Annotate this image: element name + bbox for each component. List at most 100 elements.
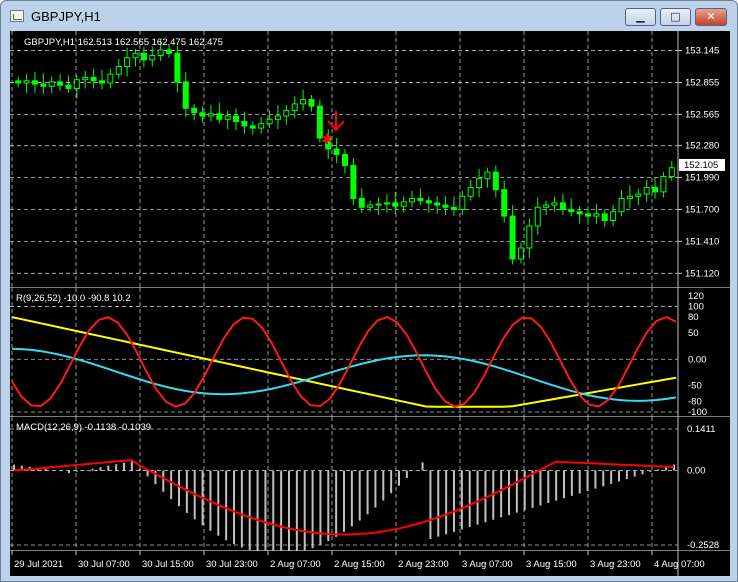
candle-body bbox=[107, 73, 114, 84]
candle-body bbox=[484, 171, 491, 180]
candle-body bbox=[358, 198, 365, 208]
candle-body bbox=[333, 148, 340, 155]
candle-body bbox=[417, 198, 424, 202]
candle-body bbox=[467, 187, 474, 197]
candle-body bbox=[501, 189, 508, 217]
candle-body bbox=[551, 202, 558, 206]
price-header: GBPJPY,H1 162.513 162.565 162.475 162.47… bbox=[24, 37, 223, 48]
candle-body bbox=[166, 49, 173, 54]
macd-level-label: 0.00 bbox=[687, 466, 706, 477]
candle-body bbox=[568, 209, 575, 213]
candle-body bbox=[82, 77, 89, 81]
oscillator-level-label: 120 bbox=[688, 291, 704, 302]
oscillator-level-label: 80 bbox=[688, 312, 699, 323]
close-button[interactable]: ✕ bbox=[695, 8, 727, 26]
candle-body bbox=[48, 81, 55, 87]
candle-body bbox=[585, 213, 592, 217]
oscillator-level-label: 50 bbox=[688, 328, 699, 339]
price-label: 153.145 bbox=[685, 46, 719, 57]
candle-body bbox=[409, 198, 416, 203]
oscillator-pane[interactable]: R(9,26,52) -10.0 -90.8 10.2 120 100 80 50 0.… bbox=[10, 288, 730, 417]
candle-body bbox=[618, 198, 625, 213]
candle-body bbox=[132, 52, 139, 59]
macd-pane[interactable]: MACD(12,26,9) -0.1138 -0.1039 0.1411 0.00… bbox=[10, 417, 730, 551]
candle-body bbox=[442, 204, 449, 208]
candle-body bbox=[98, 80, 105, 84]
price-label: 152.565 bbox=[685, 109, 719, 120]
macd-level-label: 0.1411 bbox=[687, 424, 715, 435]
candle-body bbox=[593, 213, 600, 217]
candle-body bbox=[283, 110, 290, 117]
candle-body bbox=[266, 118, 273, 125]
oscillator-line-red bbox=[11, 316, 677, 408]
chart-window-icon bbox=[10, 10, 24, 22]
candle-body bbox=[23, 80, 30, 84]
macd-level-label: -0.2528 bbox=[687, 540, 719, 551]
candle-body bbox=[652, 187, 659, 193]
maximize-button[interactable]: □ bbox=[660, 8, 691, 26]
candle-body bbox=[534, 206, 541, 227]
candle-body bbox=[367, 204, 374, 208]
candle-body bbox=[191, 107, 198, 114]
title-bar[interactable]: GBPJPY,H1 ▁ □ ✕ bbox=[1, 1, 737, 31]
candle-body bbox=[233, 115, 240, 122]
candle-body bbox=[459, 195, 466, 211]
chart-area[interactable]: ✱ GBPJPY,H1 162.513 162.565 162.475 162.… bbox=[10, 31, 730, 576]
macd-chart[interactable]: MACD(12,26,9) -0.1138 -0.1039 0.1411 0.00… bbox=[10, 417, 730, 551]
candle-body bbox=[274, 115, 281, 120]
candle-body bbox=[660, 176, 667, 193]
candle-body bbox=[576, 211, 583, 215]
price-label: 152.280 bbox=[685, 141, 719, 152]
candle-body bbox=[526, 225, 533, 249]
oscillator-chart[interactable]: R(9,26,52) -10.0 -90.8 10.2 12010080 50 0.… bbox=[10, 288, 730, 417]
candle-body bbox=[559, 202, 566, 210]
window-title: GBPJPY,H1 bbox=[31, 9, 101, 24]
candle-body bbox=[140, 52, 147, 61]
candle-body bbox=[635, 193, 642, 197]
price-label: 151.120 bbox=[685, 268, 719, 279]
candle-body bbox=[15, 80, 22, 84]
candle-body bbox=[434, 202, 441, 206]
time-label: 29 Jul 2021 bbox=[14, 559, 63, 570]
oscillator-header: R(9,26,52) -10.0 -90.8 10.2 bbox=[16, 293, 131, 304]
candle-body bbox=[308, 99, 315, 107]
candle-body bbox=[224, 115, 231, 120]
time-label: 3 Aug 15:00 bbox=[526, 559, 577, 570]
signal-line-yellow bbox=[11, 316, 677, 408]
oscillator-level-label: 100 bbox=[688, 302, 704, 313]
macd-header: MACD(12,26,9) -0.1138 -0.1039 bbox=[16, 422, 151, 433]
price-label: 151.700 bbox=[685, 205, 719, 216]
candle-body bbox=[610, 211, 617, 221]
oscillator-level-label: 0.00 bbox=[688, 354, 707, 365]
time-label: 2 Aug 07:00 bbox=[270, 559, 321, 570]
current-price-label: 152.105 bbox=[684, 160, 718, 171]
price-chart[interactable]: ✱ GBPJPY,H1 162.513 162.565 162.475 162.… bbox=[10, 31, 730, 288]
candle-body bbox=[350, 165, 357, 199]
candle-body bbox=[626, 195, 633, 200]
candle-body bbox=[249, 125, 256, 129]
minimize-button[interactable]: ▁ bbox=[625, 8, 656, 26]
candle-body bbox=[392, 202, 399, 207]
candle-body bbox=[216, 113, 223, 120]
time-label: 30 Jul 23:00 bbox=[206, 559, 258, 570]
price-label: 151.990 bbox=[685, 173, 719, 184]
candle-body bbox=[124, 57, 131, 68]
time-label: 30 Jul 07:00 bbox=[78, 559, 130, 570]
candle-body bbox=[57, 81, 64, 86]
candle-body bbox=[291, 103, 298, 112]
chart-window: GBPJPY,H1 ▁ □ ✕ ✱ GBPJPY,H1 162.513 162.… bbox=[0, 0, 738, 582]
price-pane[interactable]: ✱ GBPJPY,H1 162.513 162.565 162.475 162.… bbox=[10, 31, 730, 288]
star-icon: ✱ bbox=[321, 132, 333, 148]
time-label: 3 Aug 23:00 bbox=[590, 559, 641, 570]
candle-body bbox=[668, 167, 675, 177]
time-label: 3 Aug 07:00 bbox=[462, 559, 513, 570]
oscillator-level-label: -80 bbox=[688, 396, 702, 407]
candle-body bbox=[509, 215, 516, 260]
candle-body bbox=[207, 113, 214, 117]
oscillator-level-label: -100 bbox=[688, 407, 707, 417]
candle-body bbox=[157, 49, 164, 56]
candle-body bbox=[174, 52, 181, 83]
time-axis: 29 Jul 2021 30 Jul 07:00 30 Jul 15:00 30 Ju… bbox=[11, 551, 705, 576]
candle-body bbox=[425, 200, 432, 204]
time-label: 4 Aug 07:00 bbox=[654, 559, 705, 570]
